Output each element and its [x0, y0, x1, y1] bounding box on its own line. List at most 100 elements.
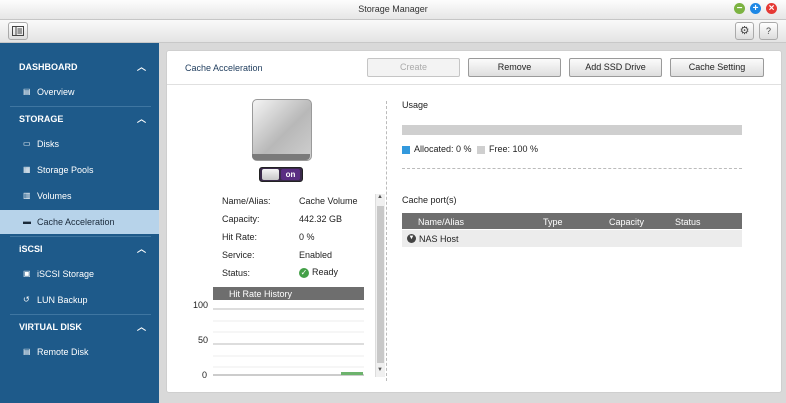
chevron-up-icon[interactable]: ︿ — [137, 60, 146, 73]
sidebar-item-label: Volumes — [37, 191, 72, 201]
usage-title: Usage — [402, 100, 429, 110]
add-ssd-drive-button[interactable]: Add SSD Drive — [569, 58, 662, 77]
allocated-swatch — [402, 145, 410, 154]
chevron-up-icon[interactable]: ︿ — [137, 320, 146, 333]
sidebar-item-disks[interactable]: ▭ Disks — [0, 132, 159, 156]
column-divider — [386, 101, 387, 381]
sidebar-section-storage[interactable]: STORAGE ︿ — [0, 108, 159, 130]
overview-icon: ▤ — [23, 87, 31, 96]
gear-icon: ⚙ — [739, 25, 750, 37]
panel-icon — [12, 26, 24, 36]
maximize-icon[interactable]: + — [750, 3, 761, 14]
sidebar-item-volumes[interactable]: ▥ Volumes — [0, 184, 159, 208]
sidebar-item-label: Overview — [37, 87, 75, 97]
page-title: Cache Acceleration — [185, 63, 263, 73]
iscsi-icon: ▣ — [23, 269, 31, 278]
cache-ports-table-header: Name/Alias Type Capacity Status — [402, 213, 742, 229]
sidebar-item-label: Disks — [37, 139, 59, 149]
remote-disk-icon: ▤ — [23, 347, 31, 356]
free-swatch — [477, 145, 485, 154]
scrollbar-thumb[interactable] — [377, 206, 384, 363]
sidebar-section-dashboard[interactable]: DASHBOARD ︿ — [0, 56, 159, 78]
table-row[interactable]: ▼ NAS Host — [402, 230, 742, 247]
scroll-up-icon[interactable]: ▲ — [377, 194, 383, 200]
create-button[interactable]: Create — [367, 58, 460, 77]
sidebar-item-label: LUN Backup — [37, 295, 88, 305]
sidebar-item-label: Storage Pools — [37, 165, 94, 175]
ssd-drive-image — [252, 99, 312, 161]
usage-bar — [402, 125, 742, 135]
scroll-down-icon[interactable]: ▼ — [377, 367, 383, 373]
backup-icon: ↺ — [23, 295, 30, 304]
y-tick-50: 50 — [198, 335, 209, 345]
app-toolbar: ⚙ ? — [0, 20, 786, 43]
divider — [10, 236, 151, 237]
y-tick-100: 100 — [193, 300, 209, 310]
prop-value-status: ✓ Ready — [299, 267, 338, 278]
disk-icon: ▭ — [23, 139, 31, 148]
column-header[interactable]: Capacity — [609, 217, 644, 227]
sidebar-item-label: iSCSI Storage — [37, 269, 95, 279]
sidebar-section-iscsi[interactable]: iSCSI ︿ — [0, 238, 159, 260]
y-tick-0: 0 — [202, 370, 208, 380]
settings-button[interactable]: ⚙ — [735, 22, 754, 40]
column-header[interactable]: Status — [675, 217, 701, 227]
usage-legend-allocated: Allocated: 0 % — [402, 144, 472, 154]
prop-value-name: Cache Volume — [299, 196, 358, 206]
sidebar-item-cache-acceleration[interactable]: ▬ Cache Acceleration — [0, 210, 159, 234]
prop-label-hit-rate: Hit Rate: — [222, 232, 258, 242]
volume-icon: ▥ — [23, 191, 31, 200]
close-icon[interactable]: × — [766, 3, 777, 14]
sidebar: DASHBOARD ︿ ▤ Overview STORAGE ︿ ▭ Disks… — [0, 43, 159, 403]
remove-button[interactable]: Remove — [468, 58, 561, 77]
check-icon: ✓ — [299, 267, 309, 278]
chevron-up-icon[interactable]: ︿ — [137, 112, 146, 125]
chevron-down-icon[interactable]: ▼ — [407, 234, 416, 243]
section-label: DASHBOARD — [19, 62, 78, 72]
sidebar-section-virtual-disk[interactable]: VIRTUAL DISK ︿ — [0, 316, 159, 338]
hit-rate-bar — [341, 372, 363, 375]
sidebar-item-iscsi-storage[interactable]: ▣ iSCSI Storage — [0, 262, 159, 286]
sidebar-item-label: Cache Acceleration — [37, 217, 115, 227]
cache-setting-button[interactable]: Cache Setting — [670, 58, 764, 77]
section-label: STORAGE — [19, 114, 64, 124]
hit-rate-history-title: Hit Rate History — [229, 289, 293, 299]
drive-base — [252, 154, 310, 160]
hit-rate-history-plot — [213, 308, 364, 376]
column-header[interactable]: Name/Alias — [418, 217, 464, 227]
cache-drive-icon: ▬ — [23, 217, 31, 226]
minimize-icon[interactable]: − — [734, 3, 745, 14]
prop-label-status: Status: — [222, 268, 251, 278]
cache-toggle[interactable]: on — [259, 167, 303, 182]
toggle-state-label: on — [281, 169, 300, 180]
panel-header: Cache Acceleration Create Remove Add SSD… — [167, 51, 781, 85]
storage-pool-icon: ▦ — [23, 165, 31, 174]
section-label: iSCSI — [19, 244, 43, 254]
help-button[interactable]: ? — [759, 22, 778, 40]
title-bar: Storage Manager − + × — [0, 0, 786, 20]
sidebar-item-remote-disk[interactable]: ▤ Remote Disk — [0, 340, 159, 364]
properties-scrollbar[interactable]: ▲ ▼ — [375, 194, 385, 377]
main-panel: Cache Acceleration Create Remove Add SSD… — [166, 50, 782, 393]
allocated-label: Allocated: 0 % — [414, 144, 472, 154]
free-label: Free: 100 % — [489, 144, 539, 154]
cache-ports-title: Cache port(s) — [402, 195, 457, 205]
sidebar-item-storage-pools[interactable]: ▦ Storage Pools — [0, 158, 159, 182]
column-header[interactable]: Type — [543, 217, 563, 227]
status-text: Ready — [312, 267, 339, 277]
prop-value-hit-rate: 0 % — [299, 232, 315, 242]
prop-value-service: Enabled — [299, 250, 333, 260]
window-title: Storage Manager — [358, 4, 428, 14]
prop-label-service: Service: — [222, 250, 255, 260]
prop-label-name: Name/Alias: — [222, 196, 271, 206]
section-divider — [402, 168, 742, 169]
usage-legend-free: Free: 100 % — [477, 144, 538, 154]
hit-rate-history-header: Hit Rate History — [213, 287, 364, 300]
sidebar-item-label: Remote Disk — [37, 347, 89, 357]
sidebar-item-overview[interactable]: ▤ Overview — [0, 80, 159, 104]
toggle-knob — [262, 169, 279, 180]
sidebar-item-lun-backup[interactable]: ↺ LUN Backup — [0, 288, 159, 312]
prop-value-capacity: 442.32 GB — [299, 214, 343, 224]
sidebar-toggle-button[interactable] — [8, 22, 28, 40]
chevron-up-icon[interactable]: ︿ — [137, 242, 146, 255]
